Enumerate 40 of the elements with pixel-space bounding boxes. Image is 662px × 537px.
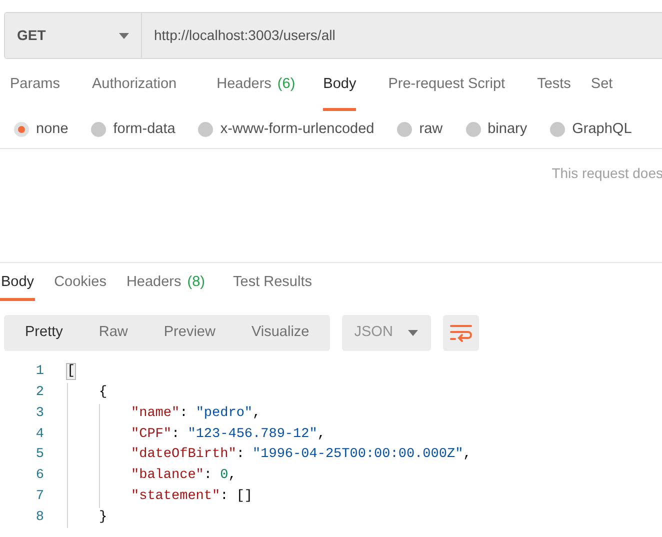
request-tab[interactable]: Authorization: [92, 59, 177, 111]
request-tab[interactable]: Set: [590, 59, 613, 111]
code-line: "CPF": "123-456.789-12",: [131, 426, 326, 444]
request-tab[interactable]: Body: [323, 59, 356, 111]
format-dropdown[interactable]: JSON: [342, 315, 432, 351]
body-type-radio[interactable]: GraphQL: [550, 118, 632, 140]
wrap-icon: [450, 324, 472, 342]
view-mode-tab[interactable]: Visualize: [238, 315, 322, 351]
line-number: 4: [34, 426, 44, 444]
response-tab[interactable]: Test Results: [232, 263, 313, 301]
code-line: "statement": []: [131, 488, 253, 506]
response-tab[interactable]: Cookies: [53, 263, 108, 301]
body-type-radio[interactable]: x-www-form-urlencoded: [198, 118, 374, 140]
code-line: "balance": 0,: [131, 467, 236, 486]
view-mode-tab[interactable]: Pretty: [12, 315, 76, 351]
response-tab[interactable]: Headers (8): [125, 263, 206, 301]
body-type-radio[interactable]: form-data: [91, 118, 176, 140]
line-number: 2: [34, 384, 44, 402]
caret-icon: [408, 330, 418, 336]
code-line: "dateOfBirth": "1996-04-25T00:00:00.000Z",: [131, 446, 472, 464]
line-number: 6: [34, 467, 44, 486]
line-number: 3: [34, 404, 44, 423]
line-number: 8: [34, 508, 44, 527]
line-number: 5: [34, 446, 44, 464]
code-line: "name": "pedro",: [131, 404, 261, 423]
code-line: }: [99, 508, 108, 527]
request-tab[interactable]: Headers (6): [216, 59, 296, 111]
body-type-radio[interactable]: raw: [397, 118, 443, 140]
code-line: {: [99, 384, 108, 402]
body-type-radio[interactable]: none: [14, 118, 68, 140]
view-mode-tab[interactable]: Preview: [150, 315, 228, 351]
response-tab[interactable]: Body: [0, 263, 36, 301]
request-tab[interactable]: Tests: [537, 59, 571, 111]
request-tab[interactable]: Pre-request Script: [388, 59, 506, 111]
body-type-radio[interactable]: binary: [466, 118, 528, 140]
view-mode-tab[interactable]: Raw: [86, 315, 141, 351]
line-number: 7: [34, 488, 44, 506]
line-number: 1: [34, 363, 44, 382]
request-tab[interactable]: Params: [10, 59, 60, 111]
wrap-button[interactable]: [443, 315, 480, 351]
